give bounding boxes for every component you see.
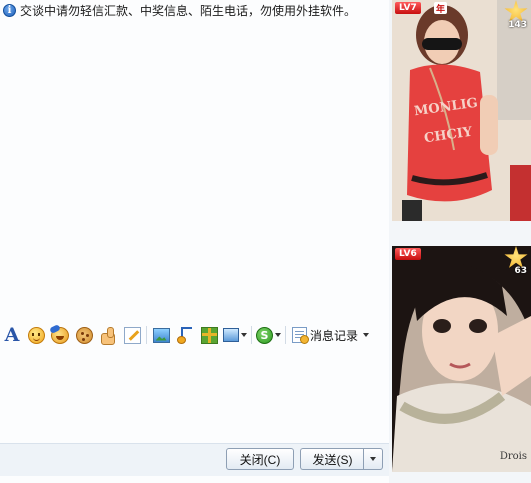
level-badge: LV7 [395,2,421,14]
my-show-photo[interactable]: LV6 63 Drois [392,246,531,472]
magic-face-button[interactable] [74,325,94,345]
security-notice: i 交谈中请勿轻信汇款、中奖信息、陌生电话，勿使用外挂软件。 [3,2,356,18]
music-button[interactable] [175,325,195,345]
music-icon [176,326,194,344]
emoticon-icon [27,326,45,344]
bottom-button-bar: 关闭(C) 发送(S) [0,443,389,476]
level-badge: LV6 [395,248,421,260]
year-badge: 年 [434,2,448,15]
security-notice-text: 交谈中请勿轻信汇款、中奖信息、陌生电话，勿使用外挂软件。 [20,3,357,18]
emoticon-button[interactable] [26,325,46,345]
gift-button[interactable] [199,325,219,345]
image-icon [152,327,170,343]
sogou-input-icon: S [256,326,273,344]
message-history-label: 消息记录 [310,328,359,343]
toolbar-divider [146,326,147,344]
level-badge-text: LV6 [399,249,417,259]
hand-button[interactable] [98,325,118,345]
chevron-down-icon [241,333,247,337]
contact-show-photo[interactable]: MONLIG CHCIY LV7 年 143 [392,0,531,221]
doodle-button[interactable] [122,325,142,345]
shake-button[interactable] [50,325,70,345]
hand-icon [99,326,117,345]
self-figure-illustration [392,246,531,472]
sogou-input-button[interactable]: S [256,325,281,345]
chat-pane: i 交谈中请勿轻信汇款、中奖信息、陌生电话，勿使用外挂软件。 A S 消息记录 [0,0,389,483]
info-icon: i [3,3,16,17]
screenshot-icon [223,328,239,342]
level-badge-text: LV7 [399,3,417,13]
star-count: 143 [508,20,527,30]
chevron-down-icon [363,333,370,337]
star-count: 63 [514,266,527,276]
toolbar-divider [251,326,252,344]
gift-icon [200,326,218,344]
chevron-down-icon [370,457,376,461]
profile-panel: MONLIG CHCIY LV7 年 143 LV6 63 Drois [389,0,531,483]
send-image-button[interactable] [151,325,171,345]
close-button[interactable]: 关闭(C) [226,448,294,470]
message-history-button[interactable]: 消息记录 [290,325,371,345]
toolbar-divider [285,326,286,344]
screenshot-button[interactable] [223,325,247,345]
photo-watermark: Drois [499,451,527,462]
chevron-down-icon [275,333,281,337]
font-icon[interactable]: A [2,324,22,346]
message-history-area[interactable] [0,20,389,320]
send-options-button[interactable] [363,448,383,470]
doodle-icon [123,326,141,344]
magic-face-icon [75,326,93,344]
input-toolbar: A S 消息记录 [0,323,389,347]
message-input[interactable] [0,349,389,443]
send-button[interactable]: 发送(S) [300,448,364,470]
history-icon [292,327,309,344]
shake-icon [51,326,69,344]
